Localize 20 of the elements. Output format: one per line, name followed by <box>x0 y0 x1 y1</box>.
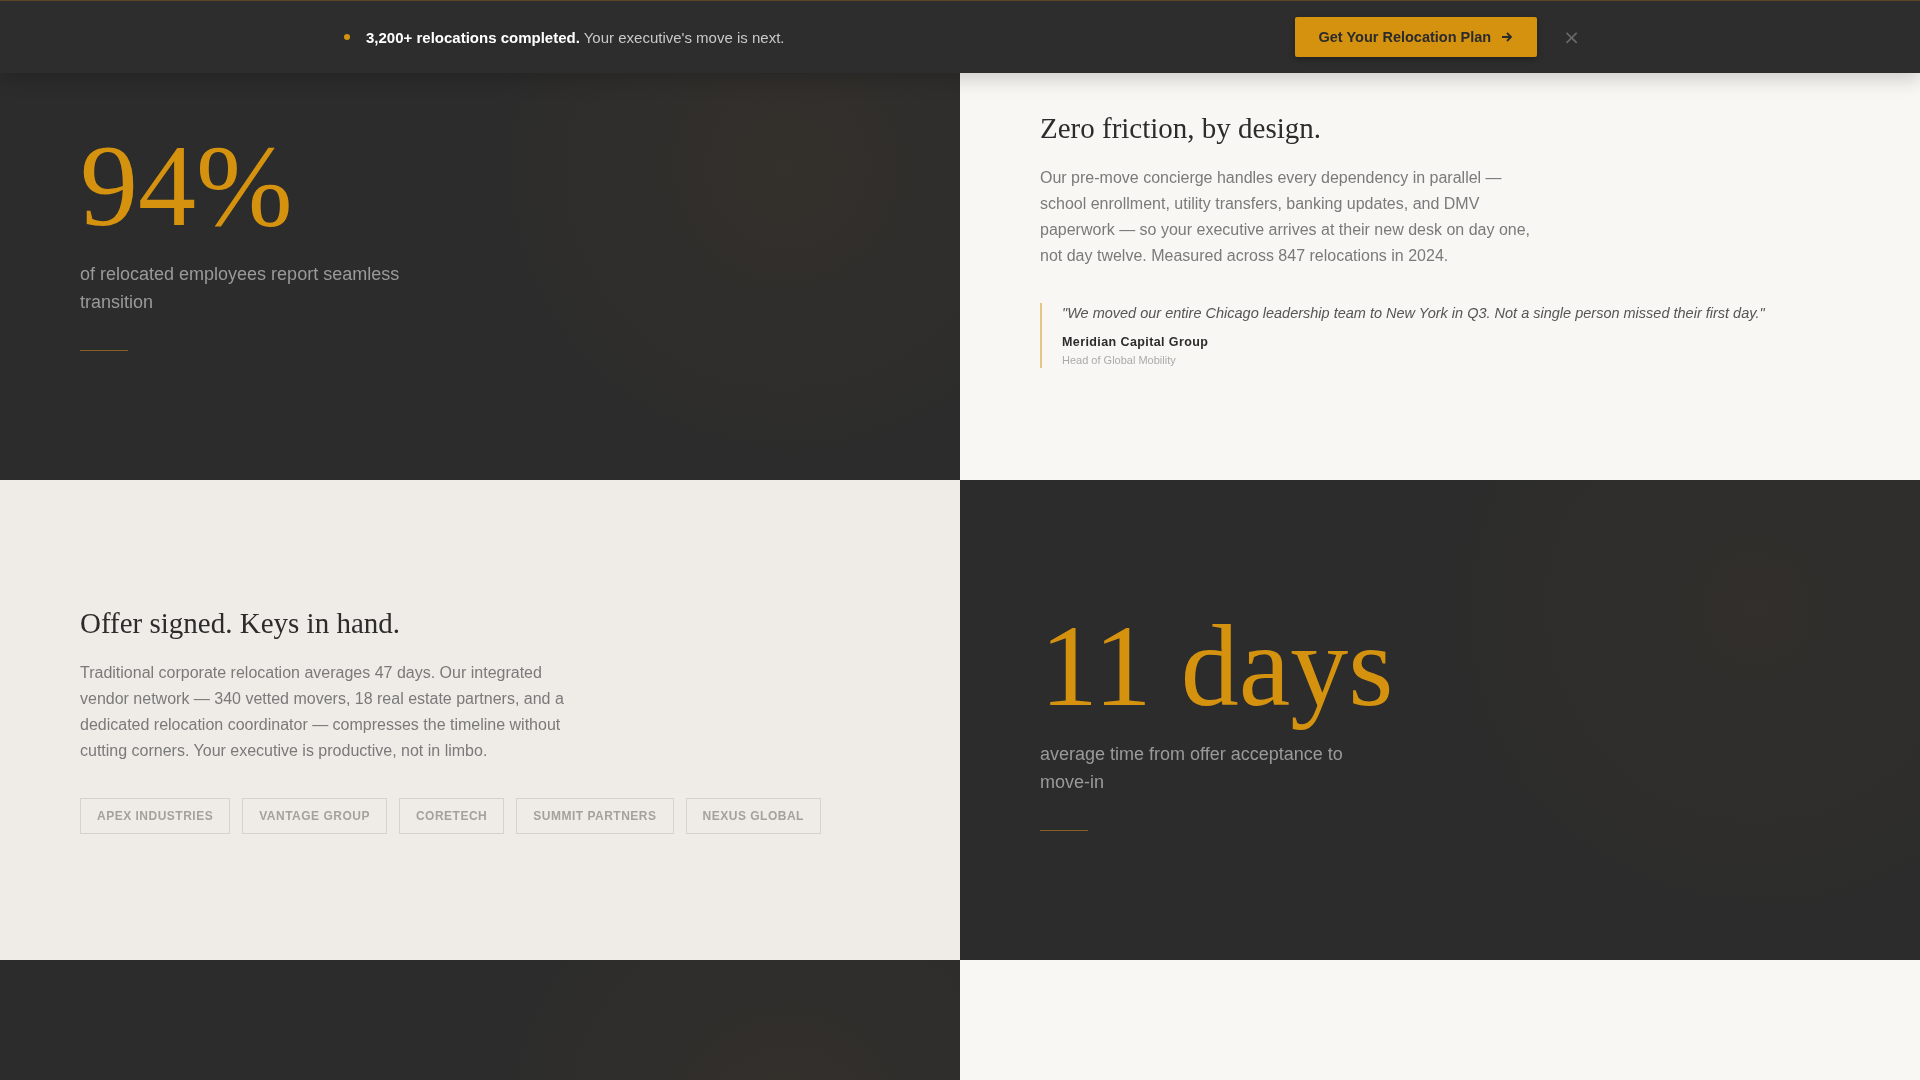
quote-role: Head of Global Mobility <box>1062 354 1177 366</box>
section-heading: Zero friction, by design. <box>1040 112 1323 145</box>
client-logo-tag: VANTAGE GROUP <box>242 797 387 834</box>
client-logo-tag: CORETECH <box>398 797 505 834</box>
section-paragraph: Our pre-move concierge handles every dependency in parallel — school enrollment, utility transfers, banking updates, and DMV paperwork — so your executive arrives at their new desk on day one, not day twelve. Measured across 847 relocations in 2024. <box>1040 168 1532 266</box>
client-logo-tag: NEXUS GLOBAL <box>685 797 821 834</box>
stat-caption: average time from offer acceptance to move-in <box>1040 743 1344 795</box>
section-paragraph: Traditional corporate relocation averages 47 days. Our integrated vendor network — 340 vetted movers, 18 real estate partners, and a dedicated relocation coordinator — compresses the timeline without cutting corners. Your executive is productive, not in limbo. <box>80 662 565 761</box>
stat-value: 11 days <box>1040 600 1394 732</box>
section-heading: Offer signed. Keys in hand. <box>80 606 401 640</box>
quote-text: "We moved our entire Chicago leadership team to New York in Q3. Not a single person missed their first day." <box>1062 305 1765 321</box>
quote-author: Meridian Capital Group <box>1062 335 1210 349</box>
relocation-plan-button[interactable]: Get Your Relocation Plan <box>1294 17 1538 57</box>
stat-caption: of relocated employees report seamless transition <box>80 263 401 315</box>
status-dot-icon <box>344 34 350 40</box>
stat-value: 94% <box>80 120 294 252</box>
client-logo-tag: APEX INDUSTRIES <box>80 797 231 834</box>
banner-message: 3,200+ relocations completed. Your executive's move is next. <box>366 28 785 46</box>
client-logo-tag: SUMMIT PARTNERS <box>516 797 674 834</box>
arrow-right-icon <box>1501 31 1514 43</box>
